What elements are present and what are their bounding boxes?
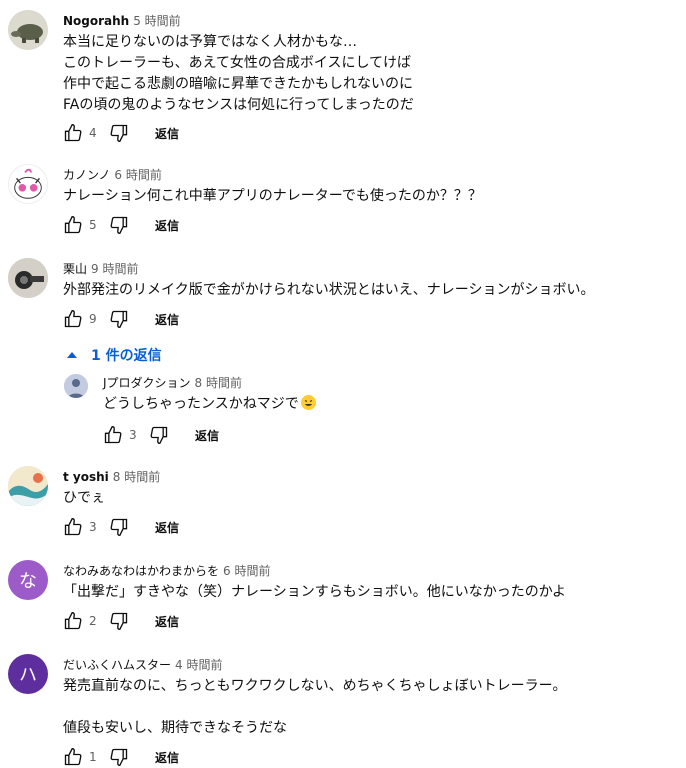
reply-button[interactable]: 返信 bbox=[155, 311, 179, 328]
avatar[interactable] bbox=[8, 10, 48, 50]
author-name[interactable]: だいふくハムスター bbox=[63, 658, 171, 672]
avatar-letter: ハ bbox=[19, 665, 37, 686]
comment-text: ナレーション何これ中華アプリのナレーターでも使ったのか？？？ bbox=[63, 188, 482, 204]
author-name[interactable]: Nogorahh bbox=[63, 14, 129, 28]
like-icon[interactable] bbox=[63, 611, 83, 631]
avatar[interactable] bbox=[64, 374, 88, 398]
dislike-icon[interactable] bbox=[109, 123, 129, 143]
comment-text: ひでぇ bbox=[63, 490, 105, 506]
author-line: t yoshi 8 時間前 bbox=[63, 468, 160, 485]
author-name[interactable]: なわみあなわはかわまからを bbox=[63, 564, 219, 578]
author-line: Jプロダクション 8 時間前 bbox=[103, 374, 242, 391]
like-count: 5 bbox=[89, 218, 97, 232]
reply-button[interactable]: 返信 bbox=[155, 217, 179, 234]
comment-text: 本当に足りないのは予算ではなく人材かもな… このトレーラーも、あえて女性の合成ボ… bbox=[63, 34, 414, 113]
avatar[interactable] bbox=[8, 466, 48, 506]
like-count: 3 bbox=[129, 428, 137, 442]
action-bar: 5 返信 bbox=[63, 214, 179, 236]
like-count: 2 bbox=[89, 614, 97, 628]
reply-text: どうしちゃったンスかねマジで bbox=[103, 396, 299, 412]
reply-button[interactable]: 返信 bbox=[155, 519, 179, 536]
author-line: だいふくハムスター 4 時間前 bbox=[63, 656, 222, 673]
timestamp[interactable]: 8 時間前 bbox=[113, 470, 160, 484]
author-line: Nogorahh 5 時間前 bbox=[63, 12, 181, 29]
author-line: なわみあなわはかわまからを 6 時間前 bbox=[63, 562, 270, 579]
author-line: カノンノ 6 時間前 bbox=[63, 166, 162, 183]
comment-text: 発売直前なのに、ちっともワクワクしない、めちゃくちゃしょぼいトレーラー。 値段も… bbox=[63, 678, 567, 736]
like-count: 4 bbox=[89, 126, 97, 140]
reply-button[interactable]: 返信 bbox=[155, 125, 179, 142]
comment-text: 外部発注のリメイク版で金がかけられない状況とはいえ、ナレーションがショボい。 bbox=[63, 282, 595, 298]
like-icon[interactable] bbox=[63, 215, 83, 235]
action-bar: 4 返信 bbox=[63, 122, 179, 144]
replies-toggle[interactable]: 1 件の返信 bbox=[67, 345, 162, 365]
action-bar: 3 返信 bbox=[63, 516, 179, 538]
avatar[interactable]: ハ bbox=[8, 654, 48, 694]
action-bar: 1 返信 bbox=[63, 746, 179, 768]
timestamp[interactable]: 6 時間前 bbox=[223, 564, 270, 578]
dislike-icon[interactable] bbox=[109, 611, 129, 631]
like-count: 1 bbox=[89, 750, 97, 764]
comment-text: 「出撃だ」すきやな（笑）ナレーションすらもショボい。他にいなかったのかよ bbox=[63, 584, 567, 600]
action-bar: 2 返信 bbox=[63, 610, 179, 632]
avatar[interactable] bbox=[8, 258, 48, 298]
action-bar: 3 返信 bbox=[103, 424, 219, 446]
like-count: 3 bbox=[89, 520, 97, 534]
like-icon[interactable] bbox=[63, 517, 83, 537]
dislike-icon[interactable] bbox=[109, 517, 129, 537]
dislike-icon[interactable] bbox=[149, 425, 169, 445]
grinning-emoji-icon bbox=[300, 395, 316, 410]
like-icon[interactable] bbox=[63, 123, 83, 143]
author-line: 栗山 9 時間前 bbox=[63, 260, 138, 277]
comment-text: どうしちゃったンスかねマジで bbox=[103, 394, 316, 415]
chevron-up-icon bbox=[67, 352, 77, 358]
like-count: 9 bbox=[89, 312, 97, 326]
timestamp[interactable]: 4 時間前 bbox=[175, 658, 222, 672]
like-icon[interactable] bbox=[63, 747, 83, 767]
avatar[interactable] bbox=[8, 164, 48, 204]
replies-toggle-label: 1 件の返信 bbox=[91, 348, 162, 364]
timestamp[interactable]: 8 時間前 bbox=[195, 376, 242, 390]
action-bar: 9 返信 bbox=[63, 308, 179, 330]
avatar[interactable]: な bbox=[8, 560, 48, 600]
dislike-icon[interactable] bbox=[109, 215, 129, 235]
author-name[interactable]: 栗山 bbox=[63, 262, 87, 276]
avatar-letter: な bbox=[19, 571, 37, 592]
author-name[interactable]: カノンノ bbox=[63, 168, 110, 182]
author-name[interactable]: t yoshi bbox=[63, 470, 109, 484]
timestamp[interactable]: 6 時間前 bbox=[114, 168, 161, 182]
reply-button[interactable]: 返信 bbox=[195, 427, 219, 444]
like-icon[interactable] bbox=[103, 425, 123, 445]
like-icon[interactable] bbox=[63, 309, 83, 329]
reply-button[interactable]: 返信 bbox=[155, 749, 179, 766]
timestamp[interactable]: 5 時間前 bbox=[133, 14, 180, 28]
author-name[interactable]: Jプロダクション bbox=[103, 376, 191, 390]
dislike-icon[interactable] bbox=[109, 309, 129, 329]
reply-button[interactable]: 返信 bbox=[155, 613, 179, 630]
timestamp[interactable]: 9 時間前 bbox=[91, 262, 138, 276]
dislike-icon[interactable] bbox=[109, 747, 129, 767]
